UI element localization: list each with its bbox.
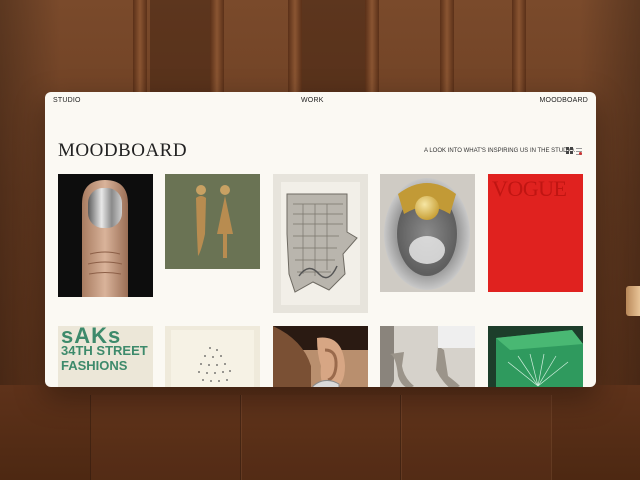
wood-slat bbox=[512, 0, 526, 95]
map-image bbox=[281, 182, 360, 305]
top-nav: STUDIO WORK MOODBOARD bbox=[45, 92, 596, 112]
wood-slat bbox=[210, 0, 224, 95]
dot-pattern-image bbox=[171, 330, 254, 387]
cursor-icon bbox=[579, 152, 582, 155]
wood-slat bbox=[133, 0, 147, 95]
saks-line-2: 34TH STREET bbox=[61, 343, 148, 358]
floor-panel bbox=[240, 395, 402, 480]
moodboard-card-saks[interactable]: sAKs 34TH STREET FASHIONS bbox=[58, 326, 153, 387]
nav-studio-link[interactable]: STUDIO bbox=[53, 97, 81, 104]
finger-nail-image bbox=[82, 180, 128, 297]
page-title: MOODBOARD bbox=[58, 140, 188, 161]
grid-view-toggle[interactable] bbox=[566, 147, 574, 155]
saks-line-1: sAKs bbox=[61, 326, 122, 348]
ear-image bbox=[273, 326, 368, 387]
saks-line-3: FASHIONS bbox=[61, 358, 128, 373]
door-handle bbox=[626, 286, 640, 316]
floor-panel bbox=[400, 395, 552, 480]
moodboard-card-silver-tray[interactable] bbox=[380, 174, 475, 292]
wood-slat bbox=[288, 0, 302, 95]
floor-panel bbox=[90, 395, 242, 480]
moodboard-card-map[interactable] bbox=[273, 174, 368, 313]
moodboard-card-hands[interactable] bbox=[380, 326, 475, 387]
page-tagline: A LOOK INTO WHAT'S INSPIRING US IN THE S… bbox=[424, 148, 576, 154]
hands-image bbox=[380, 326, 475, 387]
wall-panel bbox=[300, 0, 365, 95]
saks-poster: sAKs 34TH STREET FASHIONS bbox=[61, 326, 148, 373]
moodboard-card-figures[interactable] bbox=[165, 174, 260, 269]
wood-slat bbox=[365, 0, 379, 95]
figurines-image bbox=[196, 185, 233, 258]
wood-slat bbox=[440, 0, 454, 95]
browser-window: STUDIO WORK MOODBOARD MOODBOARD A LOOK I… bbox=[45, 92, 596, 387]
nav-work-link[interactable]: WORK bbox=[301, 97, 324, 104]
moodboard-card-chrome-nail[interactable] bbox=[58, 174, 153, 297]
grid-icon bbox=[566, 147, 569, 150]
moodboard-card-green-box[interactable] bbox=[488, 326, 583, 387]
grid-icon-cell bbox=[570, 151, 573, 154]
wall-panel bbox=[150, 0, 210, 95]
silver-tray-image bbox=[384, 178, 470, 290]
grid-icon-cell bbox=[566, 151, 569, 154]
green-box-image bbox=[496, 330, 583, 387]
nav-moodboard-link[interactable]: MOODBOARD bbox=[540, 97, 588, 104]
moodboard-card-ear[interactable] bbox=[273, 326, 368, 387]
vogue-masthead: VOGUE bbox=[492, 176, 567, 201]
grid-icon-cell bbox=[570, 147, 573, 150]
moodboard-card-dot-pattern[interactable] bbox=[165, 326, 260, 387]
list-icon bbox=[576, 148, 582, 149]
moodboard-card-vogue[interactable]: VOGUE bbox=[488, 174, 583, 292]
